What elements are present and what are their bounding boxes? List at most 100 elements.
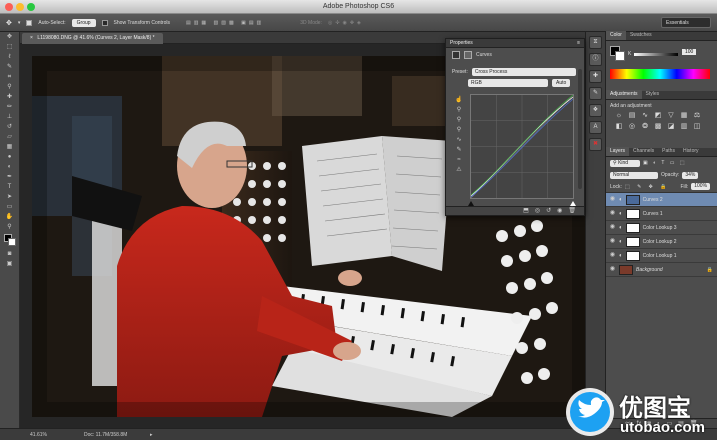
invert-icon[interactable]: ◪ bbox=[666, 123, 676, 131]
auto-select-checkbox[interactable] bbox=[26, 19, 33, 26]
fill-field[interactable]: 100% bbox=[691, 183, 711, 190]
k-value[interactable]: 100 bbox=[682, 49, 697, 55]
move-icon[interactable]: ✥ bbox=[3, 33, 17, 42]
layer-thumbnail[interactable] bbox=[625, 250, 640, 261]
visibility-eye-icon[interactable]: ◉ bbox=[609, 210, 616, 217]
tab-color[interactable]: Color bbox=[606, 31, 626, 40]
pen-icon[interactable]: ✒ bbox=[3, 173, 17, 182]
layer-thumbnail[interactable] bbox=[625, 208, 640, 219]
brush-panel-icon[interactable]: ✎ bbox=[589, 87, 602, 100]
info-panel-icon[interactable]: ⓘ bbox=[589, 53, 602, 66]
auto-select-dropdown[interactable]: Group bbox=[71, 18, 96, 27]
zoom-icon[interactable]: ⚲ bbox=[3, 223, 17, 232]
curve-graph-svg[interactable] bbox=[470, 94, 574, 199]
tab-styles[interactable]: Styles bbox=[642, 90, 664, 99]
type-icon[interactable]: T bbox=[3, 183, 17, 192]
auto-button[interactable]: Auto bbox=[552, 78, 571, 87]
tab-history[interactable]: History bbox=[679, 147, 703, 156]
hand-icon[interactable]: ✋ bbox=[3, 213, 17, 222]
close-panel-icon[interactable]: ✖ bbox=[589, 138, 602, 151]
blend-mode-dropdown[interactable]: Normal bbox=[610, 171, 658, 179]
layer-name[interactable]: Background bbox=[636, 267, 663, 273]
tab-swatches[interactable]: Swatches bbox=[626, 31, 656, 40]
posterize-icon[interactable]: ▥ bbox=[679, 123, 689, 131]
hue-saturation-icon[interactable]: ▦ bbox=[679, 112, 689, 120]
lock-icons[interactable]: ⬚ ✎ ✥ 🔒 bbox=[625, 184, 670, 190]
black-point-eyedropper-icon[interactable]: ⚲ bbox=[452, 106, 466, 115]
history-panel-icon[interactable]: ⧖ bbox=[589, 36, 602, 49]
tab-adjustments[interactable]: Adjustments bbox=[606, 90, 642, 99]
layer-row[interactable]: ◉ ◐ Color Lookup 2 bbox=[606, 235, 717, 249]
visibility-eye-icon[interactable]: ◉ bbox=[609, 266, 616, 273]
layer-row[interactable]: ◉ Background 🔒 bbox=[606, 263, 717, 277]
clip-to-layer-icon[interactable]: ⬒ bbox=[523, 207, 529, 215]
levels-icon[interactable]: ▤ bbox=[627, 112, 637, 120]
visibility-eye-icon[interactable]: ◉ bbox=[609, 224, 616, 231]
character-panel-icon[interactable]: A bbox=[589, 121, 602, 134]
brush-icon[interactable]: ✏ bbox=[3, 103, 17, 112]
k-slider[interactable] bbox=[634, 53, 678, 56]
brightness-contrast-icon[interactable]: ☼ bbox=[614, 112, 624, 120]
move-tool-icon[interactable]: ✥ bbox=[6, 19, 12, 27]
layer-row[interactable]: ◉ ◐ Curves 1 bbox=[606, 207, 717, 221]
layer-thumbnail[interactable] bbox=[625, 194, 640, 205]
gray-point-eyedropper-icon[interactable]: ⚲ bbox=[452, 116, 466, 125]
status-menu-chevron-icon[interactable]: ▸ bbox=[150, 432, 153, 438]
close-tab-icon[interactable]: × bbox=[30, 35, 33, 41]
layer-name[interactable]: Curves 2 bbox=[643, 197, 663, 203]
layer-mask-icon[interactable] bbox=[464, 51, 472, 59]
layer-name[interactable]: Color Lookup 2 bbox=[643, 239, 677, 245]
visibility-eye-icon[interactable]: ◉ bbox=[609, 252, 616, 259]
lasso-icon[interactable]: ℓ bbox=[3, 53, 17, 62]
quick-mask-icon[interactable]: ◙ bbox=[3, 250, 17, 259]
zoom-window-button[interactable] bbox=[27, 3, 35, 11]
properties-scrollbar[interactable] bbox=[578, 69, 582, 189]
background-color-swatch[interactable] bbox=[615, 51, 625, 61]
toggle-visibility-icon[interactable]: ◉ bbox=[557, 207, 562, 215]
layer-thumbnail[interactable] bbox=[625, 222, 640, 233]
photo-filter-icon[interactable]: ◎ bbox=[627, 123, 637, 131]
curve-pencil-icon[interactable]: ✎ bbox=[452, 146, 466, 155]
clone-source-panel-icon[interactable]: ❖ bbox=[589, 104, 602, 117]
panel-menu-icon[interactable]: ≡ bbox=[577, 39, 580, 48]
3d-mode-icons[interactable]: ◎✣◉✥◈ bbox=[328, 20, 364, 26]
tab-layers[interactable]: Layers bbox=[606, 147, 630, 156]
eyedropper-icon[interactable]: ⚲ bbox=[3, 83, 17, 92]
reset-icon[interactable]: ↺ bbox=[546, 207, 551, 215]
curves-icon[interactable]: ∿ bbox=[640, 112, 650, 120]
dodge-icon[interactable]: ◐ bbox=[3, 163, 17, 172]
document-tab[interactable]: × L1198080.DNG @ 41.6% (Curves 2, Layer … bbox=[22, 33, 163, 44]
align-buttons[interactable]: ▤▥▦ ▧▨▩ ▣▤▥ bbox=[186, 20, 264, 26]
tab-channels[interactable]: Channels bbox=[629, 147, 658, 156]
visibility-eye-icon[interactable]: ◉ bbox=[609, 196, 616, 203]
navigator-panel-icon[interactable]: ✚ bbox=[589, 70, 602, 83]
black-white-icon[interactable]: ◧ bbox=[614, 123, 624, 131]
preset-dropdown[interactable]: Cross Process bbox=[471, 67, 576, 76]
layer-thumbnail[interactable] bbox=[625, 236, 640, 247]
layer-filter-dropdown[interactable]: ⚲ Kind bbox=[610, 159, 640, 167]
layer-row[interactable]: ◉ ◐ Color Lookup 3 bbox=[606, 221, 717, 235]
close-window-button[interactable] bbox=[5, 3, 13, 11]
color-balance-icon[interactable]: ⚖ bbox=[692, 112, 702, 120]
white-point-eyedropper-icon[interactable]: ⚲ bbox=[452, 126, 466, 135]
target-adjust-icon[interactable]: ☝ bbox=[452, 96, 466, 105]
vibrance-icon[interactable]: ▽ bbox=[666, 112, 676, 120]
gradient-icon[interactable]: ▦ bbox=[3, 143, 17, 152]
exposure-icon[interactable]: ◩ bbox=[653, 112, 663, 120]
clipping-warning-icon[interactable]: ⚠ bbox=[452, 166, 466, 175]
clone-stamp-icon[interactable]: ⊥ bbox=[3, 113, 17, 122]
blur-icon[interactable]: ● bbox=[3, 153, 17, 162]
color-spectrum[interactable] bbox=[610, 69, 710, 79]
layer-thumbnail[interactable] bbox=[619, 264, 633, 275]
minimize-window-button[interactable] bbox=[16, 3, 24, 11]
color-swatches-icon[interactable] bbox=[3, 233, 17, 249]
zoom-level[interactable]: 41.61% bbox=[30, 432, 47, 438]
layer-name[interactable]: Curves 1 bbox=[643, 211, 663, 217]
opacity-field[interactable]: 34% bbox=[682, 171, 699, 179]
threshold-icon[interactable]: ◫ bbox=[692, 123, 702, 131]
curve-point-icon[interactable]: ∿ bbox=[452, 136, 466, 145]
eraser-icon[interactable]: ▱ bbox=[3, 133, 17, 142]
delete-adjustment-icon[interactable]: 🗑 bbox=[568, 207, 576, 215]
color-lookup-icon[interactable]: ▩ bbox=[653, 123, 663, 131]
layer-row[interactable]: ◉ ◐ Curves 2 bbox=[606, 193, 717, 207]
